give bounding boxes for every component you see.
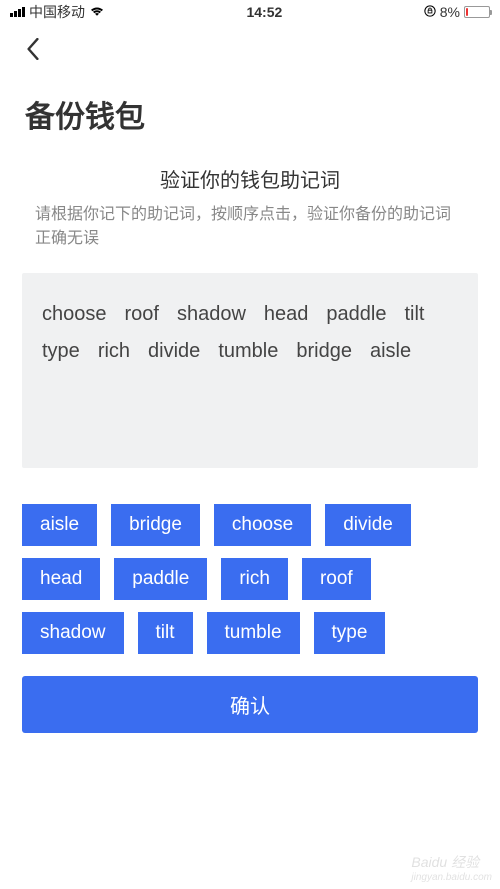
back-button[interactable] [18,34,48,64]
page-subtitle: 验证你的钱包助记词 [0,164,500,193]
carrier-label: 中国移动 [29,2,85,22]
word-chip[interactable]: choose [214,504,311,546]
word-chip[interactable]: tilt [138,612,193,654]
word-chip[interactable]: rich [221,558,288,600]
status-bar: 中国移动 14:52 8% [0,0,500,24]
selected-words-list: choose roof shadow head paddle tilt type richdi… [42,303,458,363]
status-left: 中国移动 [10,2,105,22]
selected-word[interactable]: type [42,340,80,363]
selected-word[interactable]: roof [125,303,159,326]
word-chip[interactable]: paddle [114,558,207,600]
word-chip[interactable]: type [314,612,386,654]
status-time: 14:52 [246,4,282,20]
signal-bars-icon [10,7,25,17]
word-chip[interactable]: head [22,558,100,600]
word-chip[interactable]: roof [302,558,371,600]
selected-word[interactable]: bridge [296,340,352,363]
page-title: 备份钱包 [0,74,500,164]
word-chip[interactable]: shadow [22,612,124,654]
selected-word[interactable]: paddle [326,303,386,326]
word-chip[interactable]: divide [325,504,411,546]
word-chip[interactable]: tumble [207,612,300,654]
nav-bar [0,24,500,74]
selected-word[interactable]: aisle [370,340,411,363]
word-chip[interactable]: aisle [22,504,97,546]
selected-words-box: choose roof shadow head paddle tilt type richdi… [22,273,478,468]
orientation-lock-icon [424,4,436,20]
chevron-left-icon [26,38,40,60]
selected-word[interactable]: tilt [404,303,424,326]
selected-word[interactable]: tumble [218,340,278,363]
selected-word[interactable]: divide [148,340,200,363]
word-chip[interactable]: bridge [111,504,200,546]
watermark: Baidu 经验 jingyan.baidu.com [411,852,492,883]
page-instruction: 请根据你记下的助记词，按顺序点击，验证你备份的助记词正确无误 [0,203,500,251]
selected-word[interactable]: rich [98,340,130,363]
status-right: 8% [424,4,490,20]
selected-word[interactable]: shadow [177,303,246,326]
battery-icon [464,6,490,18]
confirm-button[interactable]: 确认 [22,676,478,733]
battery-percent: 8% [440,4,460,20]
word-chip-list: aisle bridge choose divide head paddle richroo… [22,504,478,654]
selected-word[interactable]: head [264,303,309,326]
wifi-icon [89,4,105,20]
selected-word[interactable]: choose [42,303,107,326]
